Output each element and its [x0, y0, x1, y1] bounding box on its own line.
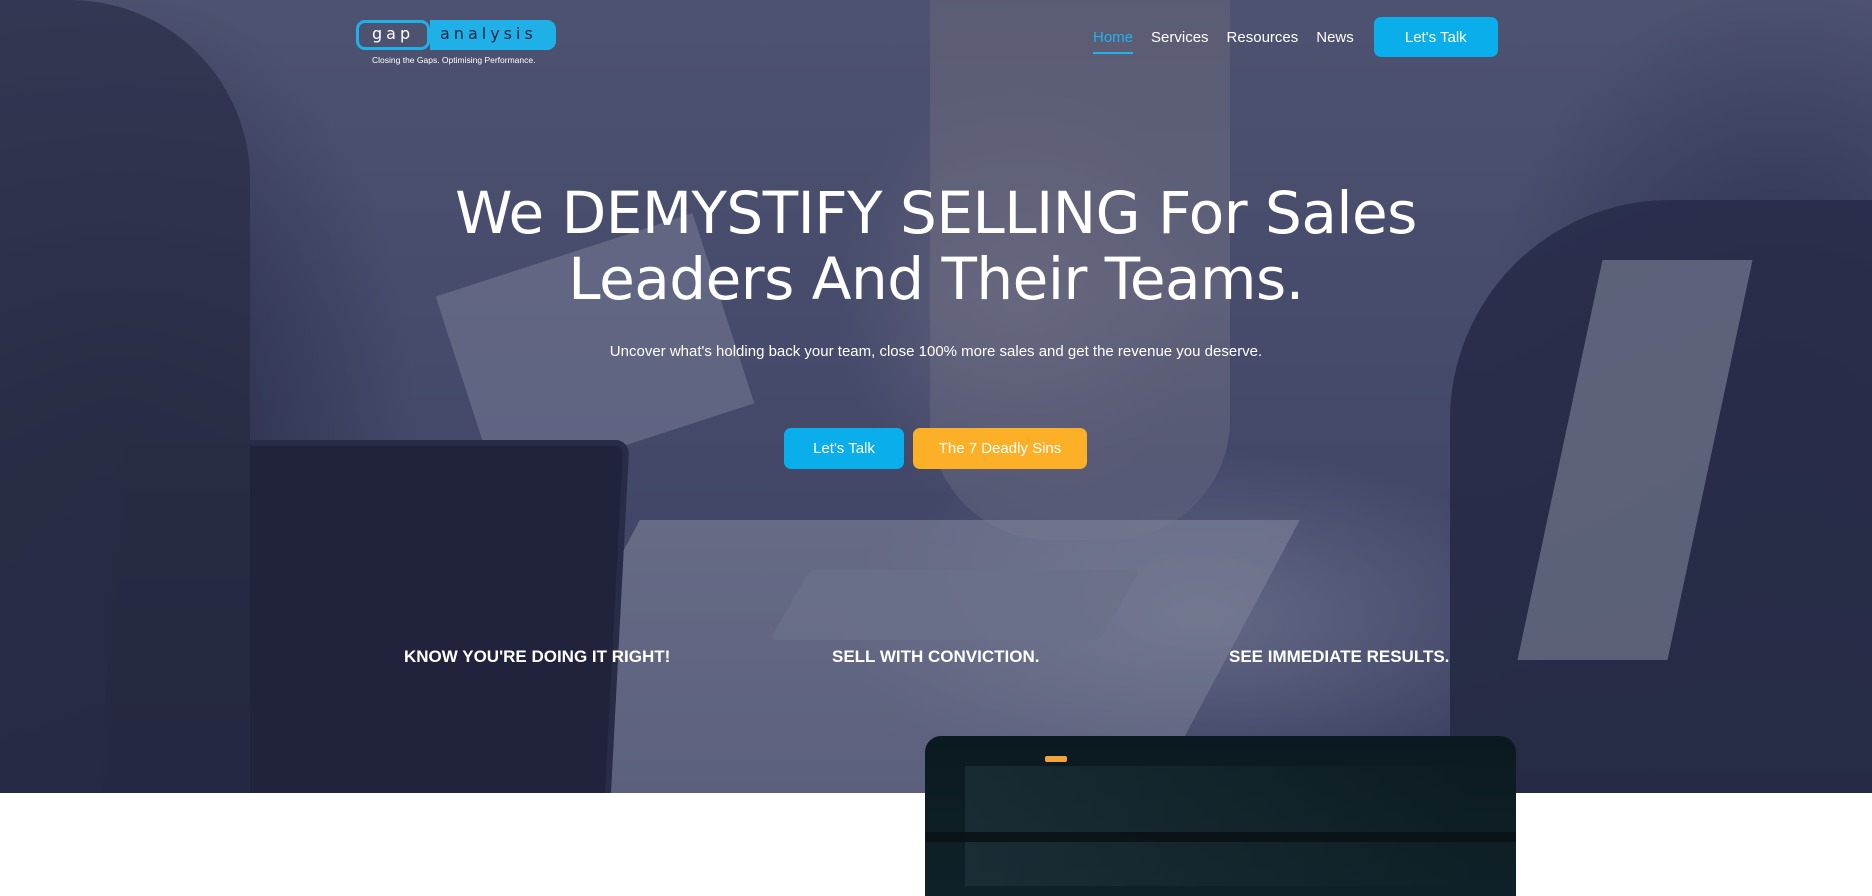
main-nav: Home Services Resources News Let's Talk [1093, 17, 1498, 57]
hero-subheadline: Uncover what's holding back your team, c… [609, 343, 1263, 360]
hero-headline-line-1: We DEMYSTIFY SELLING For Sales [455, 179, 1417, 247]
video-preview-card[interactable] [925, 736, 1516, 896]
hero-overlay [0, 0, 1872, 793]
site-logo[interactable]: gap analysis Closing the Gaps. Optimisin… [356, 20, 556, 68]
hero-section: gap analysis Closing the Gaps. Optimisin… [0, 0, 1872, 793]
hero-headline-line-2: Leaders And Their Teams. [568, 245, 1304, 313]
nav-item-news[interactable]: News [1316, 21, 1354, 54]
feature-heading-1: KNOW YOU'RE DOING IT RIGHT! [404, 647, 671, 666]
video-ceiling-beam [925, 832, 1516, 842]
hero-headline: We DEMYSTIFY SELLING For Sales Leaders A… [336, 180, 1536, 312]
logo-word-analysis: analysis [440, 24, 537, 43]
hero-lets-talk-button[interactable]: Let's Talk [784, 428, 904, 469]
video-ceiling-light [1045, 756, 1067, 762]
logo-mark: gap analysis [356, 20, 556, 50]
header-lets-talk-button[interactable]: Let's Talk [1373, 17, 1498, 57]
nav-item-services[interactable]: Services [1151, 21, 1209, 54]
nav-item-home[interactable]: Home [1093, 21, 1134, 54]
nav-item-resources[interactable]: Resources [1227, 21, 1299, 54]
logo-tagline: Closing the Gaps. Optimising Performance… [372, 55, 536, 65]
video-frame-content [965, 766, 1465, 886]
seven-deadly-sins-button[interactable]: The 7 Deadly Sins [913, 428, 1087, 469]
logo-word-gap: gap [372, 24, 415, 43]
feature-heading-3: SEE IMMEDIATE RESULTS. [1229, 647, 1450, 666]
feature-heading-2: SELL WITH CONVICTION. [832, 647, 1040, 666]
